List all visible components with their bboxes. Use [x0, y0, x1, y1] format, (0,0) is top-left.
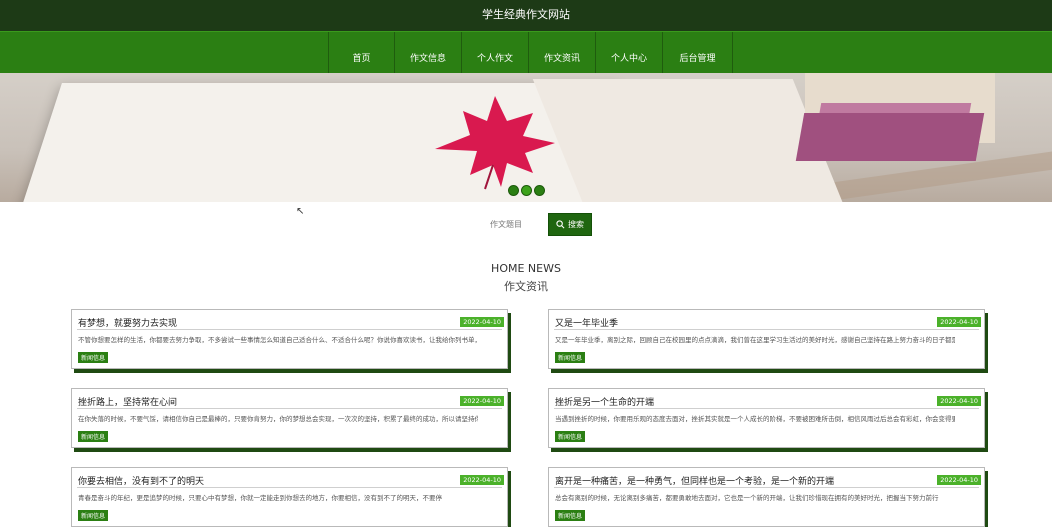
nav-items: 首页 作文信息 个人作文 作文资讯 个人中心 后台管理: [328, 32, 733, 74]
news-desc: 不管你想要怎样的生活，你都要去努力争取，不多尝试一些事情怎么知道自己适合什么、不…: [78, 336, 478, 344]
news-title[interactable]: 又是一年毕业季: [555, 316, 618, 329]
card-divider: [77, 487, 502, 488]
carousel-dot[interactable]: [534, 185, 545, 196]
news-card[interactable]: 又是一年毕业季 2022-04-10 又是一年毕业季，离别之际，回顾自己在校园里…: [548, 309, 985, 369]
nav-item-admin[interactable]: 后台管理: [663, 32, 733, 74]
news-tag[interactable]: 新闻信息: [78, 431, 109, 442]
news-title[interactable]: 你要去相信，没有到不了的明天: [78, 474, 204, 487]
news-tag[interactable]: 新闻信息: [555, 352, 586, 363]
news-title[interactable]: 挫折路上，坚持常在心间: [78, 395, 177, 408]
nav-item-personal-center[interactable]: 个人中心: [596, 32, 663, 74]
news-title[interactable]: 有梦想，就要努力去实现: [78, 316, 177, 329]
search-label: 作文题目: [490, 220, 522, 229]
search-button-label: 搜索: [568, 220, 584, 229]
news-desc: 当遇到挫折的时候，你要用乐观的态度去面对，挫折其实就是一个人成长的阶梯，不要被困…: [555, 415, 955, 423]
card-divider: [77, 329, 502, 330]
main-nav: 首页 作文信息 个人作文 作文资讯 个人中心 后台管理: [0, 31, 1052, 74]
news-desc: 总会有离别的时候，无论离别多痛苦，都要勇敢地去面对，它也是一个新的开端，让我们珍…: [555, 494, 939, 502]
news-title[interactable]: 挫折是另一个生命的开端: [555, 395, 654, 408]
section-title: HOME NEWS: [491, 262, 561, 275]
card-divider: [77, 408, 502, 409]
news-desc: 在你失落的时候，不要气馁，请相信你自己是最棒的，只要你肯努力，你的梦想总会实现，…: [78, 415, 478, 423]
news-card[interactable]: 离开是一种痛苦，是一种勇气，但同样也是一个考验，是一个新的开端 2022-04-…: [548, 467, 985, 527]
carousel-dots: [508, 185, 545, 196]
maple-leaf-icon: [435, 96, 555, 190]
nav-item-essay-news[interactable]: 作文资讯: [529, 32, 596, 74]
news-date: 2022-04-10: [460, 396, 504, 406]
news-date: 2022-04-10: [937, 396, 981, 406]
news-tag[interactable]: 新闻信息: [78, 510, 109, 521]
nav-item-home[interactable]: 首页: [328, 32, 395, 74]
news-card[interactable]: 有梦想，就要努力去实现 2022-04-10 不管你想要怎样的生活，你都要去努力…: [71, 309, 508, 369]
news-date: 2022-04-10: [937, 475, 981, 485]
news-card[interactable]: 你要去相信，没有到不了的明天 2022-04-10 青春是奋斗的年纪，更是追梦的…: [71, 467, 508, 527]
news-title[interactable]: 离开是一种痛苦，是一种勇气，但同样也是一个考验，是一个新的开端: [555, 474, 834, 487]
carousel-dot[interactable]: [521, 185, 532, 196]
news-date: 2022-04-10: [460, 475, 504, 485]
banner-purple-book: [795, 113, 985, 161]
carousel-dot[interactable]: [508, 185, 519, 196]
card-divider: [554, 487, 979, 488]
nav-item-essay-info[interactable]: 作文信息: [395, 32, 462, 74]
hero-banner: [0, 73, 1052, 202]
news-card[interactable]: 挫折路上，坚持常在心间 2022-04-10 在你失落的时候，不要气馁，请相信你…: [71, 388, 508, 448]
news-card[interactable]: 挫折是另一个生命的开端 2022-04-10 当遇到挫折的时候，你要用乐观的态度…: [548, 388, 985, 448]
news-tag[interactable]: 新闻信息: [555, 431, 586, 442]
site-header: 学生经典作文网站: [0, 0, 1052, 31]
site-title: 学生经典作文网站: [482, 8, 570, 21]
card-divider: [554, 408, 979, 409]
news-date: 2022-04-10: [460, 317, 504, 327]
section-subtitle: 作文资讯: [504, 280, 548, 293]
news-date: 2022-04-10: [937, 317, 981, 327]
news-desc: 又是一年毕业季，离别之际，回顾自己在校园里的点点滴滴，我们曾在这里学习生活过的美…: [555, 336, 955, 344]
search-icon: [556, 220, 565, 229]
card-divider: [554, 329, 979, 330]
news-desc: 青春是奋斗的年纪，更是追梦的时候，只要心中有梦想，你就一定能走到你想去的地方，你…: [78, 494, 442, 502]
search-button[interactable]: 搜索: [548, 213, 592, 236]
mouse-cursor-icon: ↖: [296, 206, 305, 217]
nav-item-personal-essay[interactable]: 个人作文: [462, 32, 529, 74]
news-tag[interactable]: 新闻信息: [78, 352, 109, 363]
news-tag[interactable]: 新闻信息: [555, 510, 586, 521]
